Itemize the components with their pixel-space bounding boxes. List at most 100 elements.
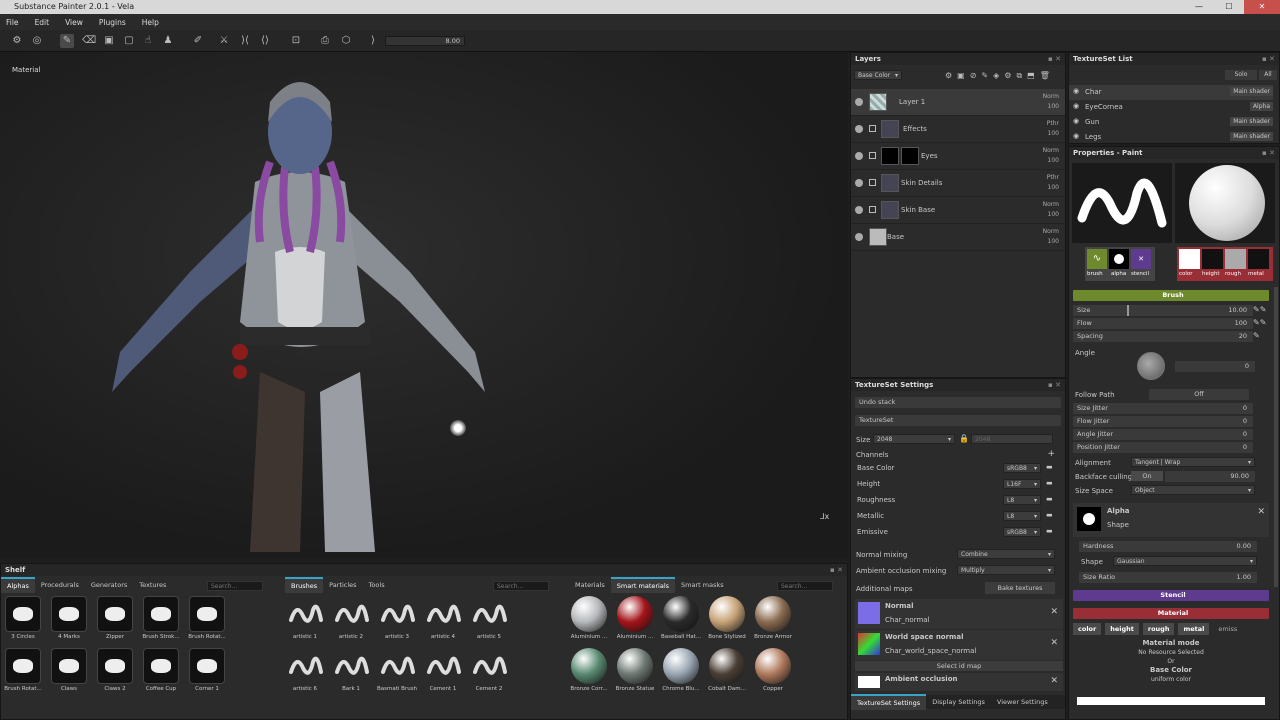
menu-help[interactable]: Help [142, 18, 159, 27]
alpha-slot[interactable] [1109, 249, 1129, 269]
shader-dropdown[interactable]: Main shader [1230, 87, 1273, 96]
pen-pressure-icon[interactable]: ✎✎ [1253, 305, 1266, 314]
position-jitter-slider[interactable]: Position Jitter 0 [1073, 442, 1253, 453]
shelf-item[interactable]: artistic 2 [331, 596, 371, 640]
mat-tab-height[interactable]: height [1105, 623, 1139, 635]
eraser-icon[interactable]: ⌫ [82, 34, 96, 48]
angle-slider[interactable]: 0 [1175, 361, 1255, 372]
tab-generators[interactable]: Generators [85, 578, 133, 592]
normal-mixing-dropdown[interactable]: Combine [957, 549, 1055, 559]
mirror-x-icon[interactable]: ⟩⟨ [238, 34, 252, 48]
shape-dropdown[interactable]: Gaussian [1113, 556, 1257, 566]
size-ratio-slider[interactable]: Size Ratio 1.00 [1079, 572, 1257, 583]
shelf-item[interactable]: artistic 6 [285, 648, 325, 692]
shelf-item[interactable]: 4 Marks [49, 596, 89, 640]
slider-handle[interactable] [1127, 305, 1129, 316]
menu-edit[interactable]: Edit [35, 18, 50, 27]
undo-stack-button[interactable]: Undo stack [855, 397, 1061, 408]
size-space-dropdown[interactable]: Object [1131, 485, 1255, 495]
remove-channel-icon[interactable]: ▬ [1046, 495, 1053, 503]
tab-tools[interactable]: Tools [363, 578, 391, 592]
channel-dropdown[interactable]: Base Color [854, 70, 902, 80]
folder-icon[interactable] [869, 125, 876, 132]
alignment-dropdown[interactable]: Tangent | Wrap [1131, 457, 1255, 467]
shelf-item[interactable]: artistic 4 [423, 596, 463, 640]
eye-icon[interactable] [855, 98, 863, 106]
panel-menu-icon[interactable]: ▪ ✕ [1262, 147, 1275, 159]
all-button[interactable]: All [1259, 70, 1277, 80]
shelf-item[interactable]: Brush Strok... [141, 596, 181, 640]
tab-procedurals[interactable]: Procedurals [35, 578, 85, 592]
remove-channel-icon[interactable]: ▬ [1046, 527, 1053, 535]
close-icon[interactable]: ✕ [1244, 0, 1280, 14]
camera-icon[interactable]: ◎ [30, 34, 44, 48]
eye-icon[interactable] [855, 125, 863, 133]
map-normal[interactable]: Normal Char_normal ✕ [855, 599, 1063, 629]
symmetry-icon[interactable]: ⚔ [217, 34, 231, 48]
tab-smart-materials[interactable]: Smart materials [610, 577, 676, 593]
frame-icon[interactable]: ⊡ [289, 34, 303, 48]
folder-icon[interactable] [869, 206, 876, 213]
size-slider[interactable]: Size 10.00 [1073, 305, 1253, 316]
map-world-normal[interactable]: World space normal Char_world_space_norm… [855, 630, 1063, 660]
remove-channel-icon[interactable]: ▬ [1046, 463, 1053, 471]
eye-icon[interactable] [855, 233, 863, 241]
color-slot[interactable] [1179, 249, 1200, 269]
tab-alphas[interactable]: Alphas [1, 577, 35, 593]
shelf-item[interactable]: artistic 3 [377, 596, 417, 640]
shelf-item[interactable]: Brush Rotat... [187, 596, 227, 640]
picker-icon[interactable]: ✐ [191, 34, 205, 48]
tab-textures[interactable]: Textures [133, 578, 172, 592]
panel-menu-icon[interactable]: ▪ ✕ [830, 564, 843, 576]
bracket-icon[interactable]: ⟩ [366, 34, 380, 48]
settings-icon[interactable]: ⚙ [10, 34, 24, 48]
shelf-search-brushes[interactable]: Search... [493, 581, 549, 591]
backface-toggle[interactable]: On [1131, 471, 1163, 481]
textureset-row[interactable]: ◉ Char Main shader [1069, 85, 1273, 100]
mat-tab-metal[interactable]: metal [1178, 623, 1210, 635]
hardness-slider[interactable]: Hardness 0.00 [1079, 541, 1257, 552]
shelf-item[interactable]: Bronze Corr... [569, 648, 609, 692]
size-dropdown[interactable]: 2048 [873, 434, 955, 444]
shelf-item[interactable]: Aluminium ... [615, 596, 655, 640]
shelf-item[interactable]: Basmati Brush [377, 648, 417, 692]
textureset-row[interactable]: ◉ Legs Main shader [1069, 130, 1273, 145]
folder-icon[interactable] [869, 179, 876, 186]
shader-dropdown[interactable]: Alpha [1249, 102, 1273, 111]
channel-format[interactable]: L8 [1003, 511, 1041, 521]
close-icon[interactable]: ✕ [1050, 607, 1058, 617]
mat-tab-color[interactable]: color [1073, 623, 1102, 635]
folder-icon[interactable] [869, 152, 876, 159]
shelf-item[interactable]: Cement 2 [469, 648, 509, 692]
ao-mixing-dropdown[interactable]: Multiply [957, 565, 1055, 575]
tab-brushes[interactable]: Brushes [285, 577, 324, 593]
shelf-item[interactable]: Claws 2 [95, 648, 135, 692]
tab-particles[interactable]: Particles [323, 578, 362, 592]
3d-viewport[interactable]: Material ⅃x [0, 52, 848, 558]
eye-icon[interactable] [855, 206, 863, 214]
menu-view[interactable]: View [65, 18, 83, 27]
radio-icon[interactable]: ◉ [1073, 102, 1079, 110]
height-slot[interactable] [1202, 249, 1223, 269]
map-ambient[interactable]: Ambient occlusion ✕ [855, 673, 1063, 691]
scrollbar[interactable] [1274, 287, 1278, 587]
smudge-icon[interactable]: ☝ [141, 34, 155, 48]
mat-tab-rough[interactable]: rough [1142, 623, 1175, 635]
solo-button[interactable]: Solo [1225, 70, 1257, 80]
spacing-slider[interactable]: Spacing 20 [1073, 331, 1253, 342]
close-icon[interactable]: ✕ [1050, 676, 1058, 686]
pen-pressure-icon[interactable]: ✎ [1253, 331, 1260, 340]
textureset-row[interactable]: ◉ Gun Main shader [1069, 115, 1273, 130]
tab-materials[interactable]: Materials [569, 578, 611, 592]
mirror-y-icon[interactable]: ⟨⟩ [258, 34, 272, 48]
shelf-search-alphas[interactable]: Search... [207, 581, 263, 591]
bake-textures-button[interactable]: Bake textures [985, 582, 1055, 594]
menu-file[interactable]: File [6, 18, 19, 27]
tab-textureset-settings[interactable]: TextureSet Settings [851, 694, 927, 710]
shelf-item[interactable]: Claws [49, 648, 89, 692]
shelf-item[interactable]: Bronze Armor [753, 596, 793, 640]
shader-dropdown[interactable]: Main shader [1230, 117, 1273, 126]
stencil-section-header[interactable]: Stencil [1073, 590, 1269, 601]
rough-slot[interactable] [1225, 249, 1246, 269]
panel-menu-icon[interactable]: ▪ ✕ [1048, 379, 1061, 391]
